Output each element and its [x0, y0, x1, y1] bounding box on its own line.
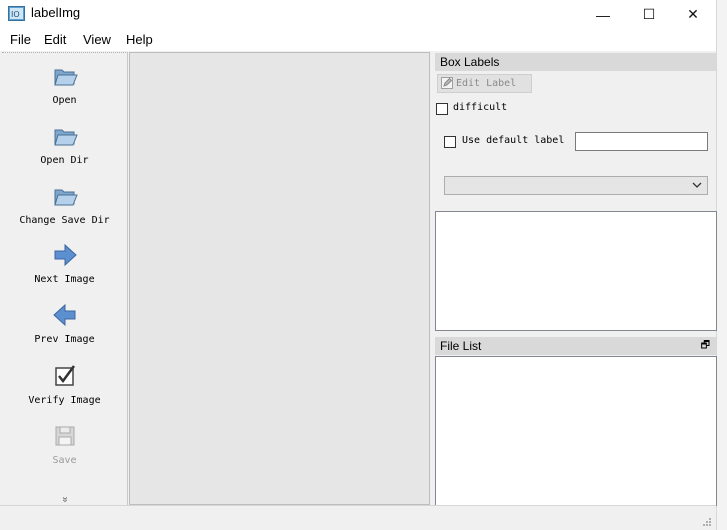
- difficult-label: difficult: [453, 102, 508, 113]
- arrow-left-icon: [52, 303, 75, 327]
- float-dock-icon[interactable]: 🗗: [701, 337, 710, 355]
- chevron-double-down-icon: »: [59, 496, 70, 503]
- verify-image-label: Verify Image: [28, 395, 101, 406]
- image-canvas[interactable]: [129, 52, 430, 505]
- background-window-edge: [716, 0, 727, 530]
- use-default-label-text: Use default label: [462, 135, 565, 146]
- tools-toolbar: Open Open Dir Change Save Dir Next Image…: [2, 52, 128, 506]
- chevron-down-icon: [692, 182, 702, 188]
- file-list-title: File List: [440, 339, 482, 353]
- use-default-label-checkbox[interactable]: [444, 136, 456, 148]
- menu-bar: File Edit View Help: [0, 29, 716, 51]
- edit-label-button[interactable]: Edit Label: [437, 74, 532, 93]
- next-image-label: Next Image: [34, 274, 95, 285]
- title-bar: IO labelImg — ☐ ✕: [0, 0, 716, 29]
- svg-text:IO: IO: [11, 10, 20, 19]
- change-save-dir-label: Change Save Dir: [19, 215, 110, 226]
- status-bar: [0, 505, 716, 530]
- folder-open-icon: [53, 129, 78, 146]
- edit-pencil-icon: [441, 77, 453, 89]
- default-label-input[interactable]: [575, 132, 708, 151]
- edit-label-text: Edit Label: [456, 78, 517, 89]
- resize-grip-icon[interactable]: [702, 517, 712, 527]
- difficult-checkbox[interactable]: [436, 103, 448, 115]
- save-label: Save: [52, 455, 77, 466]
- open-dir-button[interactable]: Open Dir: [2, 123, 127, 166]
- open-button[interactable]: Open: [2, 63, 127, 106]
- file-list-dock-title: File List 🗗: [435, 337, 716, 355]
- menu-file[interactable]: File: [10, 32, 31, 47]
- menu-help[interactable]: Help: [126, 32, 153, 47]
- toolbar-overflow-button[interactable]: »: [2, 494, 127, 505]
- file-list[interactable]: [435, 356, 717, 506]
- menu-edit[interactable]: Edit: [44, 32, 66, 47]
- maximize-button[interactable]: ☐: [626, 0, 672, 29]
- folder-open-icon: [53, 69, 78, 86]
- prev-image-button[interactable]: Prev Image: [2, 302, 127, 345]
- open-label: Open: [52, 95, 77, 106]
- save-button[interactable]: Save: [2, 423, 127, 466]
- verify-image-button[interactable]: Verify Image: [2, 363, 127, 406]
- close-button[interactable]: ✕: [670, 0, 716, 29]
- labelimg-app-icon: IO: [8, 6, 25, 21]
- window-title: labelImg: [31, 5, 81, 20]
- minimize-button[interactable]: —: [580, 0, 626, 29]
- menu-view[interactable]: View: [83, 32, 111, 47]
- floppy-disk-icon: [55, 426, 74, 446]
- label-list[interactable]: [435, 211, 717, 331]
- label-combo-box[interactable]: [444, 176, 708, 195]
- close-icon: ✕: [687, 6, 699, 22]
- change-save-dir-button[interactable]: Change Save Dir: [2, 183, 127, 226]
- prev-image-label: Prev Image: [34, 334, 95, 345]
- box-labels-dock-title: Box Labels: [435, 53, 716, 71]
- arrow-right-icon: [54, 243, 77, 267]
- box-labels-title: Box Labels: [440, 55, 500, 69]
- checkbox-icon: [54, 365, 75, 386]
- folder-open-icon: [53, 189, 78, 206]
- maximize-icon: ☐: [642, 6, 656, 22]
- open-dir-label: Open Dir: [40, 155, 89, 166]
- next-image-button[interactable]: Next Image: [2, 242, 127, 285]
- minimize-icon: —: [596, 6, 610, 23]
